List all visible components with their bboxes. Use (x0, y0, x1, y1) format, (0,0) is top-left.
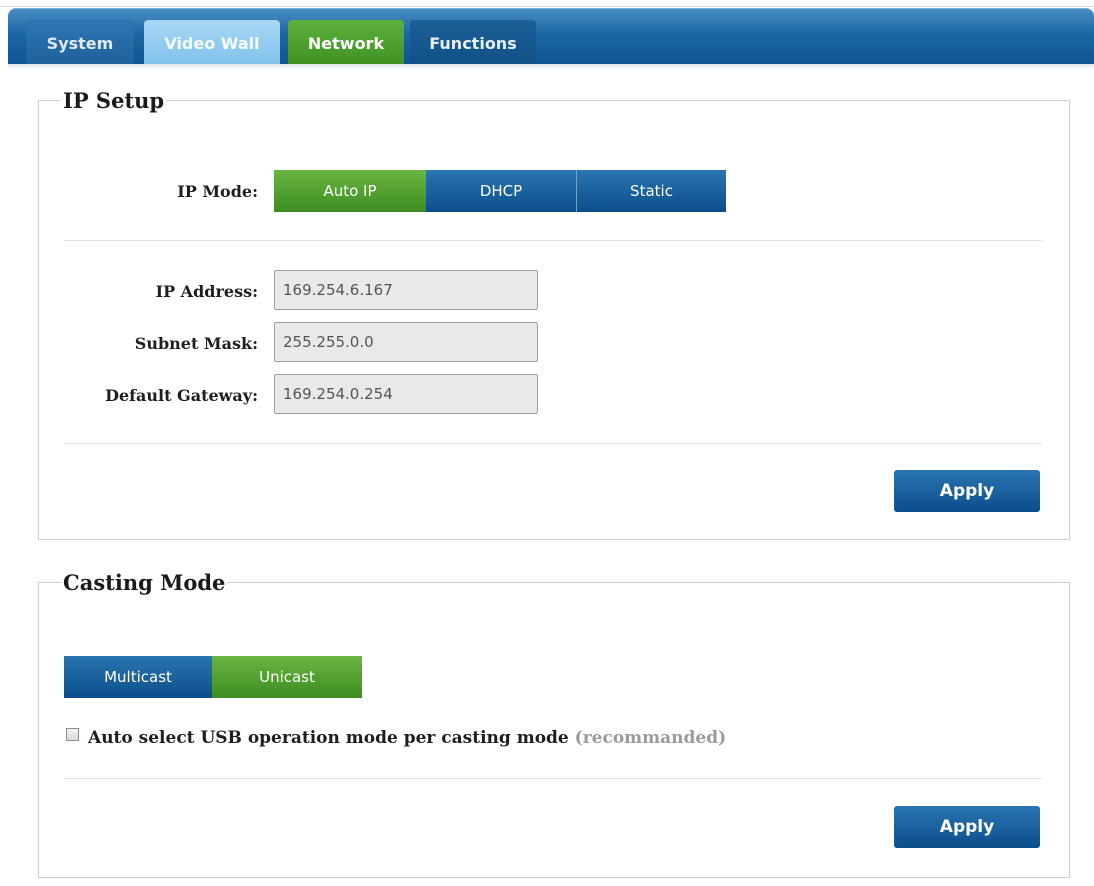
ip-mode-auto-ip-button[interactable]: Auto IP (274, 170, 426, 212)
divider (64, 443, 1042, 444)
tab-functions[interactable]: Functions (410, 20, 536, 68)
auto-usb-label: Auto select USB operation mode per casti… (88, 728, 569, 748)
tab-system[interactable]: System (26, 20, 134, 68)
auto-usb-note: (recommanded) (574, 728, 727, 748)
ip-mode-label: IP Mode: (177, 182, 258, 201)
auto-usb-option: Auto select USB operation mode per casti… (88, 726, 726, 750)
ip-setup-apply-button[interactable]: Apply (894, 470, 1040, 512)
ip-setup-legend: IP Setup (63, 88, 165, 113)
subnet-mask-label: Subnet Mask: (134, 334, 258, 353)
tab-video-wall[interactable]: Video Wall (144, 20, 280, 68)
casting-mode-legend: Casting Mode (63, 570, 226, 595)
tab-bar-shadow (8, 64, 1094, 70)
casting-mode-apply-button[interactable]: Apply (894, 806, 1040, 848)
subnet-mask-field[interactable]: 255.255.0.0 (274, 322, 538, 362)
casting-multicast-button[interactable]: Multicast (64, 656, 212, 698)
divider (64, 240, 1042, 241)
default-gateway-field[interactable]: 169.254.0.254 (274, 374, 538, 414)
default-gateway-label: Default Gateway: (105, 386, 258, 405)
casting-unicast-button[interactable]: Unicast (212, 656, 362, 698)
tab-bar: System Video Wall Network Functions (8, 8, 1094, 68)
ip-mode-static-button[interactable]: Static (576, 170, 726, 212)
auto-usb-checkbox[interactable] (66, 728, 79, 741)
ip-address-label: IP Address: (155, 282, 258, 301)
ip-address-field[interactable]: 169.254.6.167 (274, 270, 538, 310)
tab-network[interactable]: Network (288, 20, 404, 68)
top-border (0, 6, 1094, 7)
ip-mode-dhcp-button[interactable]: DHCP (426, 170, 576, 212)
divider (64, 778, 1042, 779)
